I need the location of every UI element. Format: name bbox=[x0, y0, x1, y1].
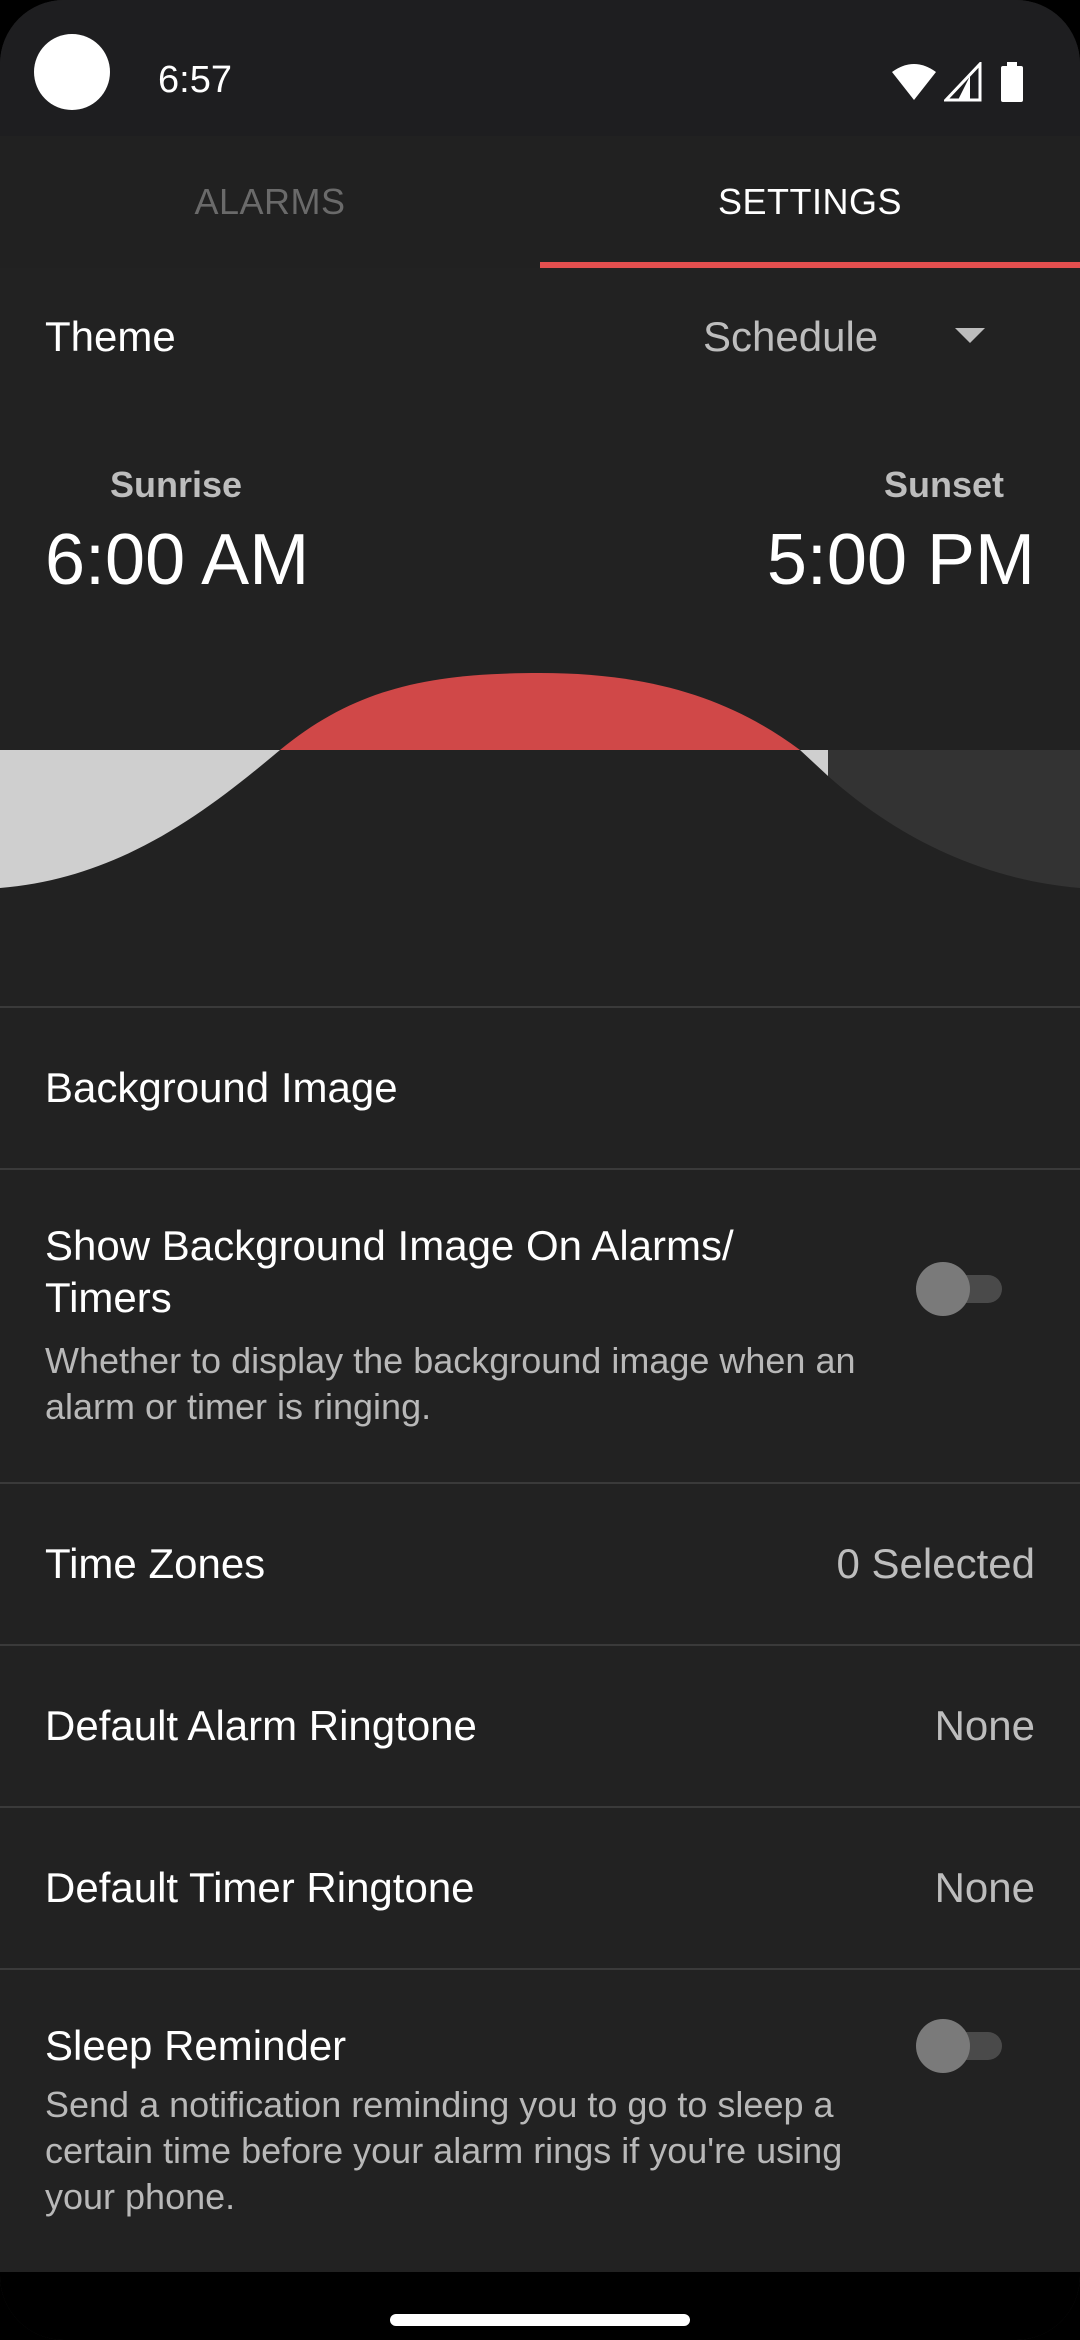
show-bg-on-alarms-title: Show Background Image On Alarms/ Timers bbox=[45, 1222, 734, 1321]
default-timer-ringtone-row[interactable]: Default Timer Ringtone None bbox=[0, 1808, 1080, 1968]
sunset-label: Sunset bbox=[883, 464, 1004, 505]
default-timer-ringtone-value: None bbox=[934, 1864, 1035, 1911]
time-zones-value: 0 Selected bbox=[836, 1540, 1035, 1587]
status-icons bbox=[890, 62, 1040, 102]
default-alarm-ringtone-row[interactable]: Default Alarm Ringtone None bbox=[0, 1646, 1080, 1806]
tab-bar: ALARMS SETTINGS bbox=[0, 136, 1080, 268]
navigation-bar bbox=[0, 2272, 1080, 2340]
default-timer-ringtone-title: Default Timer Ringtone bbox=[45, 1864, 475, 1911]
status-time: 6:57 bbox=[158, 59, 232, 101]
time-zones-row[interactable]: Time Zones 0 Selected bbox=[0, 1484, 1080, 1644]
default-alarm-ringtone-value: None bbox=[934, 1702, 1035, 1749]
tab-alarms-label: ALARMS bbox=[194, 181, 346, 222]
wifi-icon bbox=[892, 64, 936, 100]
status-bar: 6:57 bbox=[0, 0, 1080, 136]
background-image-row[interactable]: Background Image bbox=[0, 1008, 1080, 1168]
background-image-title: Background Image bbox=[45, 1064, 398, 1111]
sunrise-label: Sunrise bbox=[110, 464, 243, 505]
evening-area bbox=[828, 750, 1080, 888]
toggle-thumb bbox=[916, 2019, 970, 2073]
sleep-reminder-row[interactable]: Sleep Reminder Send a notification remin… bbox=[0, 1970, 1080, 2270]
sleep-reminder-subtitle: Send a notification reminding you to go … bbox=[45, 2084, 843, 2217]
camera-cutout bbox=[34, 34, 110, 110]
phone-screen: 6:57 ALARMS SETTINGS Theme Schedule Sunr… bbox=[0, 0, 1080, 2340]
cell-signal-icon bbox=[944, 62, 982, 102]
show-bg-on-alarms-subtitle: Whether to display the background image … bbox=[45, 1340, 856, 1427]
morning-area bbox=[0, 750, 280, 888]
tab-settings-label: SETTINGS bbox=[717, 181, 903, 222]
sunset-gap bbox=[800, 750, 828, 776]
show-bg-on-alarms-toggle[interactable] bbox=[916, 1258, 1006, 1318]
settings-content: Theme Schedule Sunrise 6:00 AM Sunset 5:… bbox=[0, 268, 1080, 2272]
sleep-reminder-title: Sleep Reminder bbox=[45, 2022, 347, 2069]
default-alarm-ringtone-title: Default Alarm Ringtone bbox=[45, 1702, 477, 1749]
home-indicator[interactable] bbox=[390, 2314, 690, 2326]
show-bg-on-alarms-row[interactable]: Show Background Image On Alarms/ Timers … bbox=[0, 1170, 1080, 1482]
time-zones-title: Time Zones bbox=[45, 1540, 266, 1587]
theme-dropdown[interactable]: Schedule bbox=[680, 298, 1020, 378]
battery-icon bbox=[1001, 62, 1023, 102]
day-area bbox=[280, 673, 800, 750]
theme-row: Theme Schedule bbox=[0, 268, 1080, 404]
tab-alarms[interactable]: ALARMS bbox=[0, 136, 540, 268]
sleep-reminder-toggle[interactable] bbox=[916, 2015, 1006, 2075]
toggle-thumb bbox=[916, 1262, 970, 1316]
dropdown-arrow-icon bbox=[955, 328, 985, 343]
tab-settings[interactable]: SETTINGS bbox=[540, 136, 1080, 268]
theme-label: Theme bbox=[45, 313, 176, 360]
theme-value: Schedule bbox=[703, 313, 879, 360]
